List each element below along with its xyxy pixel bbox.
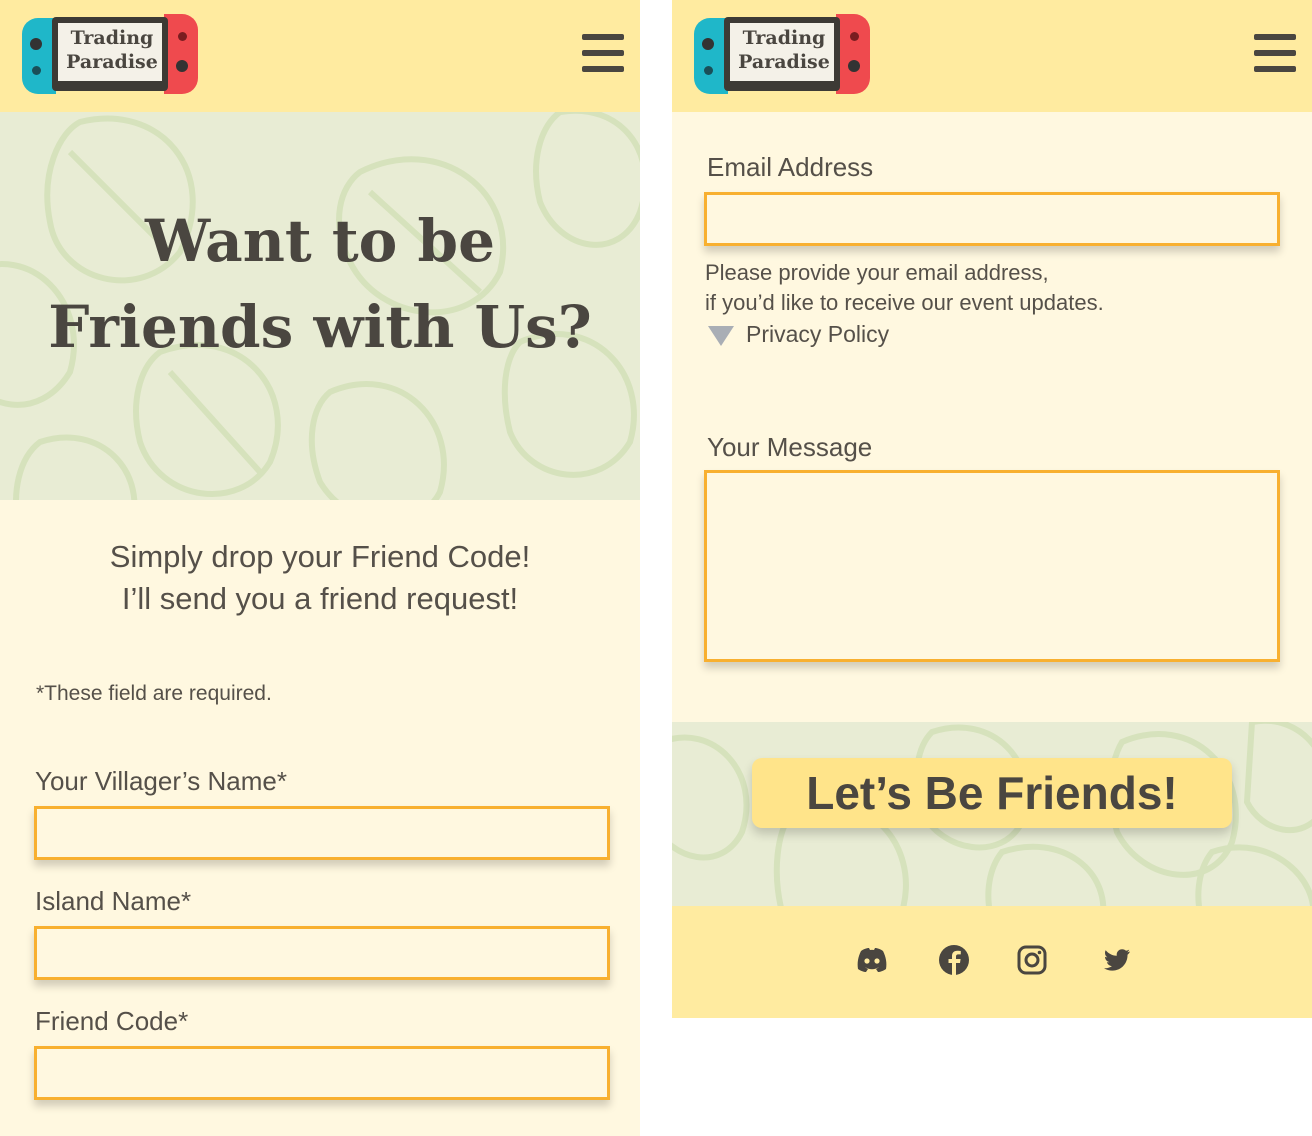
submit-section: Let’s Be Friends! xyxy=(672,722,1312,906)
message-textarea[interactable] xyxy=(704,470,1280,662)
logo-text-line1: Trading xyxy=(70,27,154,49)
email-help-line1: Please provide your email address, xyxy=(705,260,1049,285)
intro-line1: Simply drop your Friend Code! xyxy=(109,539,531,574)
logo-text-line2: Paradise xyxy=(738,51,830,73)
discord-icon[interactable] xyxy=(854,942,890,978)
intro-line2: I’ll send you a friend request! xyxy=(121,581,519,616)
email-help-line2: if you’d like to receive our event updat… xyxy=(705,290,1104,315)
mobile-screen-form-bottom: Trading Paradise Email Address Please pr… xyxy=(672,0,1312,1018)
email-help-text: Please provide your email address, if yo… xyxy=(705,258,1104,318)
logo-text-line2: Paradise xyxy=(66,51,158,73)
logo-text-line1: Trading xyxy=(742,27,826,49)
joycon-right-shape xyxy=(164,14,198,94)
site-header: Trading Paradise xyxy=(0,0,640,112)
twitter-icon[interactable] xyxy=(1098,942,1134,978)
friend-code-input[interactable] xyxy=(34,1046,610,1100)
mobile-screen-form-top: Trading Paradise Want to be Friends with… xyxy=(0,0,640,1136)
joycon-right-shape xyxy=(836,14,870,94)
email-label: Email Address xyxy=(707,152,874,182)
required-fields-note: *These field are required. xyxy=(36,682,272,705)
logo-screen: Trading Paradise xyxy=(724,17,840,91)
joycon-left-shape xyxy=(22,18,56,94)
email-input[interactable] xyxy=(704,192,1280,246)
site-logo[interactable]: Trading Paradise xyxy=(22,14,198,94)
hero-banner: Want to be Friends with Us? xyxy=(0,112,640,500)
facebook-icon[interactable] xyxy=(936,942,972,978)
joycon-left-shape xyxy=(694,18,728,94)
island-name-input[interactable] xyxy=(34,926,610,980)
island-name-label: Island Name* xyxy=(35,886,192,916)
site-header: Trading Paradise xyxy=(672,0,1312,112)
hero-title-line2: Friends with Us? xyxy=(48,293,592,361)
submit-button[interactable]: Let’s Be Friends! xyxy=(752,758,1232,828)
villager-name-label: Your Villager’s Name* xyxy=(35,766,287,796)
intro-text: Simply drop your Friend Code! I’ll send … xyxy=(0,536,640,620)
disclosure-triangle-icon xyxy=(708,326,734,346)
hero-title-line1: Want to be xyxy=(145,207,495,275)
hamburger-menu-icon[interactable] xyxy=(582,34,624,74)
friend-code-label: Friend Code* xyxy=(35,1006,189,1036)
site-footer xyxy=(672,906,1312,1018)
logo-screen: Trading Paradise xyxy=(52,17,168,91)
message-label: Your Message xyxy=(707,432,873,462)
hamburger-menu-icon[interactable] xyxy=(1254,34,1296,74)
site-logo[interactable]: Trading Paradise xyxy=(694,14,870,94)
instagram-icon[interactable] xyxy=(1014,942,1050,978)
villager-name-input[interactable] xyxy=(34,806,610,860)
privacy-policy-label: Privacy Policy xyxy=(746,321,890,347)
